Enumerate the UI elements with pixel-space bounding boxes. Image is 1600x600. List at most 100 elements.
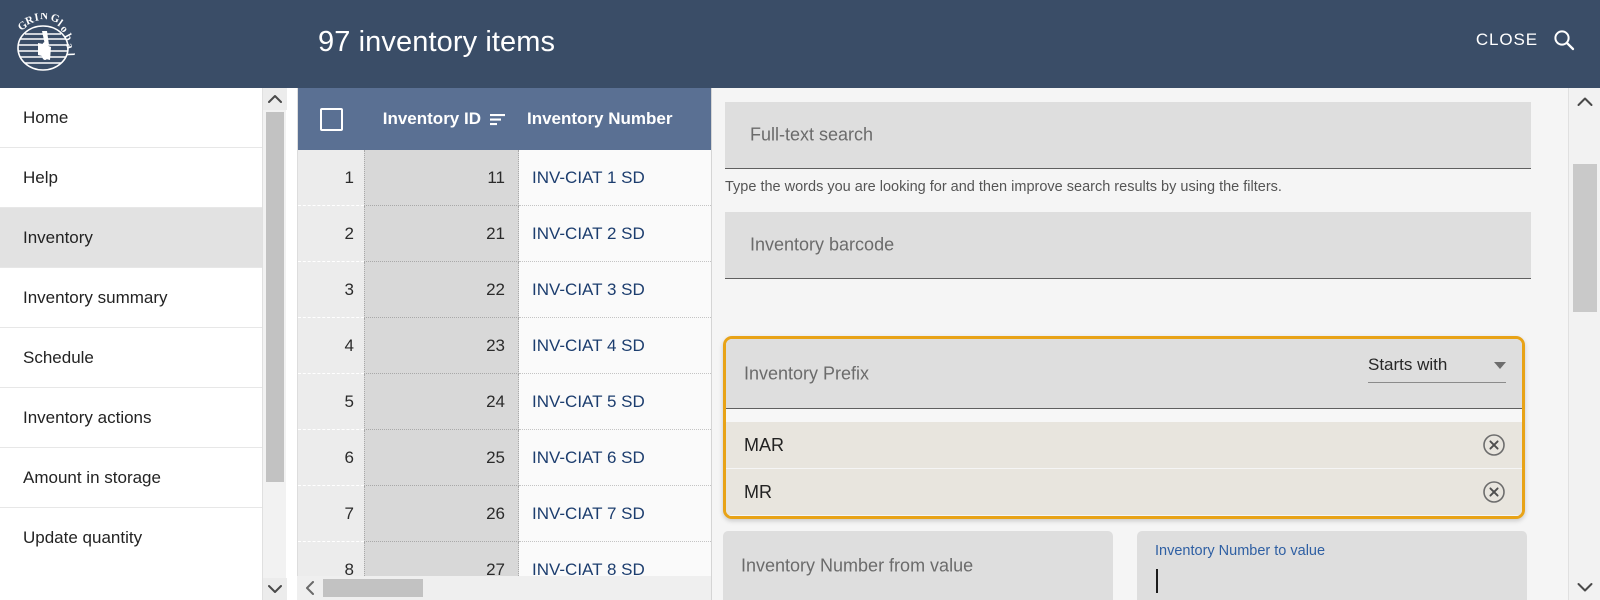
cell-inventory-number[interactable]: INV-CIAT 6 SD [519, 430, 711, 486]
close-button[interactable]: CLOSE [1476, 30, 1538, 50]
panel-scrollbar[interactable] [1568, 88, 1600, 600]
table-horizontal-scrollbar[interactable] [297, 576, 711, 600]
sidebar-item-label: Inventory [23, 227, 93, 247]
text-cursor [1156, 569, 1158, 593]
chevron-down-icon [1577, 582, 1593, 591]
panel-scroll-down-button[interactable] [1569, 574, 1600, 600]
sidebar-scroll-thumb[interactable] [266, 112, 284, 482]
panel-scroll-thumb[interactable] [1573, 164, 1597, 312]
prefix-group-divider [726, 409, 1522, 422]
app-header: G R I N G l o b a l 97 inventory items C… [0, 0, 1600, 88]
sidebar-item-home[interactable]: Home [0, 88, 262, 148]
chevron-down-icon [1494, 361, 1506, 369]
page-title: 97 inventory items [318, 26, 556, 58]
checkbox-unchecked-icon[interactable] [319, 107, 343, 131]
prefix-chip-mar[interactable]: MAR [726, 422, 1522, 469]
sidebar-item-amount-in-storage[interactable]: Amount in storage [0, 448, 262, 508]
search-helper-text: Type the words you are looking for and t… [725, 179, 1282, 195]
inventory-barcode-placeholder: Inventory barcode [750, 234, 895, 255]
sidebar-item-label: Amount in storage [23, 467, 161, 487]
full-text-search-input[interactable]: Full-text search [725, 102, 1531, 169]
cell-inventory-id: 22 [364, 262, 519, 318]
table-row[interactable]: 3 22 INV-CIAT 3 SD [298, 262, 711, 318]
cell-row-number: 4 [298, 318, 364, 374]
cell-row-number: 1 [298, 150, 364, 206]
inventory-number-from-input[interactable]: Inventory Number from value [723, 531, 1113, 600]
svg-text:l: l [64, 53, 76, 56]
chevron-up-icon [1577, 97, 1593, 106]
table-row[interactable]: 4 23 INV-CIAT 4 SD [298, 318, 711, 374]
cell-row-number: 2 [298, 206, 364, 262]
sidebar-scroll-up-button[interactable] [263, 88, 287, 110]
sidebar-item-label: Inventory summary [23, 287, 168, 307]
cell-inventory-number[interactable]: INV-CIAT 5 SD [519, 374, 711, 430]
column-header-inventory-number[interactable]: Inventory Number [519, 109, 711, 129]
sidebar-item-help[interactable]: Help [0, 148, 262, 208]
app-logo[interactable]: G R I N G l o b a l [0, 0, 90, 88]
inventory-number-to-label: Inventory Number to value [1155, 543, 1326, 559]
sidebar-item-label: Schedule [23, 347, 94, 367]
panel-scroll-up-button[interactable] [1569, 88, 1600, 114]
inventory-barcode-input[interactable]: Inventory barcode [725, 212, 1531, 279]
table-scroll-thumb[interactable] [323, 579, 423, 597]
inventory-prefix-placeholder: Inventory Prefix [744, 363, 870, 383]
svg-text:a: a [63, 42, 76, 51]
table-scroll-left-button[interactable] [297, 576, 323, 600]
sidebar-item-label: Update quantity [23, 528, 143, 547]
prefix-operator-value: Starts with [1368, 355, 1448, 374]
sidebar-item-label: Inventory actions [23, 407, 152, 427]
circle-x-icon[interactable] [1482, 433, 1506, 457]
sidebar-item-schedule[interactable]: Schedule [0, 328, 262, 388]
cell-row-number: 3 [298, 262, 364, 318]
cell-row-number: 5 [298, 374, 364, 430]
inventory-prefix-input[interactable]: Inventory Prefix Starts with [726, 339, 1522, 409]
cell-inventory-id: 25 [364, 430, 519, 486]
cell-inventory-id: 21 [364, 206, 519, 262]
svg-text:b: b [61, 32, 74, 43]
table-row[interactable]: 5 24 INV-CIAT 5 SD [298, 374, 711, 430]
svg-text:N: N [40, 13, 48, 22]
sidebar-item-inventory[interactable]: Inventory [0, 208, 262, 268]
cell-inventory-id: 23 [364, 318, 519, 374]
cell-inventory-id: 11 [364, 150, 519, 206]
cell-inventory-number[interactable]: INV-CIAT 4 SD [519, 318, 711, 374]
inventory-prefix-filter-group: Inventory Prefix Starts with MAR MR [723, 336, 1525, 519]
sidebar-scrollbar[interactable] [262, 88, 287, 600]
sidebar-item-label: Home [23, 107, 69, 127]
sidebar-nav: Home Help Inventory Inventory summary Sc… [0, 88, 262, 600]
cell-row-number: 7 [298, 486, 364, 542]
column-header-inventory-id[interactable]: Inventory ID [364, 109, 519, 129]
table-row[interactable]: 6 25 INV-CIAT 6 SD [298, 430, 711, 486]
svg-text:I: I [33, 13, 39, 24]
cell-inventory-number[interactable]: INV-CIAT 2 SD [519, 206, 711, 262]
prefix-chip-label: MAR [744, 434, 784, 455]
header-actions: CLOSE [1476, 28, 1576, 52]
prefix-operator-select[interactable]: Starts with [1368, 355, 1506, 383]
app-root: G R I N G l o b a l 97 inventory items C… [0, 0, 1600, 600]
chevron-left-icon [306, 581, 314, 595]
search-icon[interactable] [1552, 28, 1576, 52]
cell-inventory-number[interactable]: INV-CIAT 7 SD [519, 486, 711, 542]
sidebar-item-inventory-summary[interactable]: Inventory summary [0, 268, 262, 328]
prefix-chip-label: MR [744, 481, 772, 502]
prefix-chip-mr[interactable]: MR [726, 469, 1522, 516]
full-text-search-placeholder: Full-text search [750, 124, 874, 145]
cell-inventory-number[interactable]: INV-CIAT 1 SD [519, 150, 711, 206]
table-row[interactable]: 1 11 INV-CIAT 1 SD [298, 150, 711, 206]
circle-x-icon[interactable] [1482, 480, 1506, 504]
cell-inventory-id: 26 [364, 486, 519, 542]
inventory-table: Inventory ID Inventory Number 1 11 INV-C… [297, 88, 711, 600]
grin-global-globe-logo: G R I N G l o b a l [16, 13, 76, 71]
table-header-row: Inventory ID Inventory Number [298, 88, 711, 150]
inventory-number-range-row: Inventory Number from value Inventory Nu… [723, 531, 1527, 600]
inventory-number-to-input[interactable]: Inventory Number to value [1137, 531, 1527, 600]
sidebar-item-update-quantity[interactable]: Update quantity [0, 508, 262, 568]
inventory-number-from-placeholder: Inventory Number from value [741, 555, 974, 575]
sidebar-item-inventory-actions[interactable]: Inventory actions [0, 388, 262, 448]
cell-inventory-number[interactable]: INV-CIAT 3 SD [519, 262, 711, 318]
table-row[interactable]: 2 21 INV-CIAT 2 SD [298, 206, 711, 262]
chevron-up-icon [268, 95, 282, 103]
cell-row-number: 6 [298, 430, 364, 486]
table-row[interactable]: 7 26 INV-CIAT 7 SD [298, 486, 711, 542]
sidebar-scroll-down-button[interactable] [263, 578, 287, 600]
